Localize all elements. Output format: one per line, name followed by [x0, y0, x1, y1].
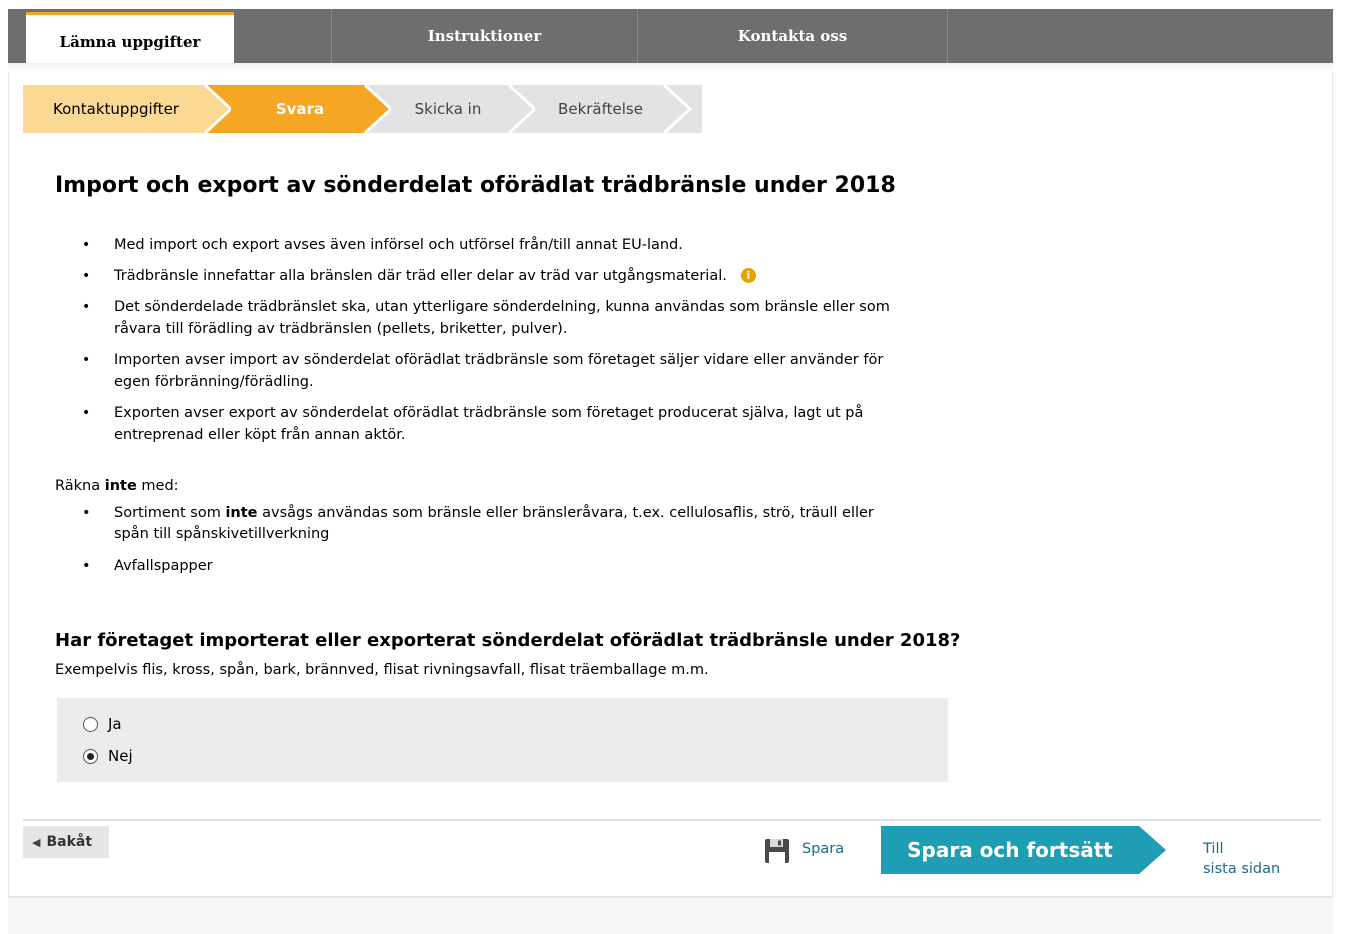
info-list: Med import och export avses även införse…	[80, 234, 960, 455]
answer-options: Ja Nej	[57, 698, 948, 782]
step-svara[interactable]: Svara	[205, 85, 391, 133]
list-item-text: Sortiment som	[114, 505, 226, 521]
question-heading: Har företaget importerat eller exportera…	[55, 630, 961, 651]
radio-ja[interactable]	[83, 717, 98, 732]
frame-shadow	[8, 63, 1333, 71]
info-icon[interactable]: i	[740, 268, 756, 283]
save-and-continue-button[interactable]: Spara och fortsätt	[881, 826, 1166, 874]
nav-spacer	[234, 9, 332, 63]
exclude-intro-text: med:	[136, 478, 179, 494]
option-ja[interactable]: Ja	[83, 712, 122, 736]
back-label: Bakåt	[46, 834, 93, 850]
list-item-text: Exporten avser export av sönderdelat ofö…	[114, 405, 864, 443]
question-hint: Exempelvis flis, kross, spån, bark, brän…	[55, 662, 709, 678]
exclude-intro-emphasis: inte	[104, 478, 137, 494]
last-page-link[interactable]: Till sista sidan	[1203, 839, 1280, 879]
list-item-text: Avfallspapper	[114, 558, 213, 574]
list-item: Med import och export avses även införse…	[80, 234, 960, 256]
list-item: Importen avser import av sönderdelat ofö…	[80, 349, 894, 393]
progress-steps: Kontaktuppgifter Svara Skicka in Bekräft…	[23, 85, 702, 133]
exclude-list: Sortiment som inte avsågs användas som b…	[80, 503, 960, 588]
tab-lamna-uppgifter[interactable]: Lämna uppgifter	[26, 12, 234, 64]
list-item-text: Det sönderdelade trädbränslet ska, utan …	[114, 299, 890, 337]
list-item: Sortiment som inte avsågs användas som b…	[80, 503, 904, 545]
option-label: Nej	[108, 747, 133, 765]
list-item: Det sönderdelade trädbränslet ska, utan …	[80, 296, 894, 340]
list-item-emphasis: inte	[225, 505, 258, 521]
step-label: Kontaktuppgifter	[53, 100, 179, 118]
back-button[interactable]: ◀ Bakåt	[23, 826, 109, 858]
last-page-line2: sista sidan	[1203, 861, 1281, 877]
exclude-intro-text: Räkna	[55, 478, 105, 494]
list-item-text: Importen avser import av sönderdelat ofö…	[114, 352, 884, 390]
list-item-text: Med import och export avses även införse…	[114, 237, 683, 253]
tab-instruktioner[interactable]: Instruktioner	[332, 9, 638, 63]
option-nej[interactable]: Nej	[83, 744, 133, 768]
primary-label: Spara och fortsätt	[907, 838, 1113, 862]
list-item: Trädbränsle innefattar alla bränslen där…	[80, 265, 960, 287]
step-label: Skicka in	[414, 100, 482, 118]
step-label: Bekräftelse	[558, 100, 643, 118]
caret-left-icon: ◀	[32, 836, 41, 849]
top-nav: Lämna uppgifter Instruktioner Kontakta o…	[8, 9, 1333, 64]
step-kontaktuppgifter[interactable]: Kontaktuppgifter	[23, 85, 231, 133]
list-item: Exporten avser export av sönderdelat ofö…	[80, 402, 926, 446]
last-page-line1: Till	[1203, 841, 1224, 857]
step-bekraftelse[interactable]: Bekräftelse	[509, 85, 702, 133]
list-item: Avfallspapper	[80, 556, 960, 577]
radio-nej[interactable]	[83, 749, 98, 764]
step-label: Svara	[275, 100, 325, 118]
page-title: Import och export av sönderdelat oförädl…	[55, 173, 896, 198]
section-divider	[23, 819, 1321, 821]
save-label: Spara	[802, 841, 845, 857]
exclude-intro: Räkna inte med:	[55, 478, 179, 494]
list-item-text: Trädbränsle innefattar alla bränslen där…	[114, 268, 727, 284]
tab-kontakta-oss[interactable]: Kontakta oss	[638, 9, 948, 63]
footer-band	[8, 896, 1333, 934]
option-label: Ja	[108, 715, 122, 733]
floppy-disk-icon	[765, 839, 789, 863]
